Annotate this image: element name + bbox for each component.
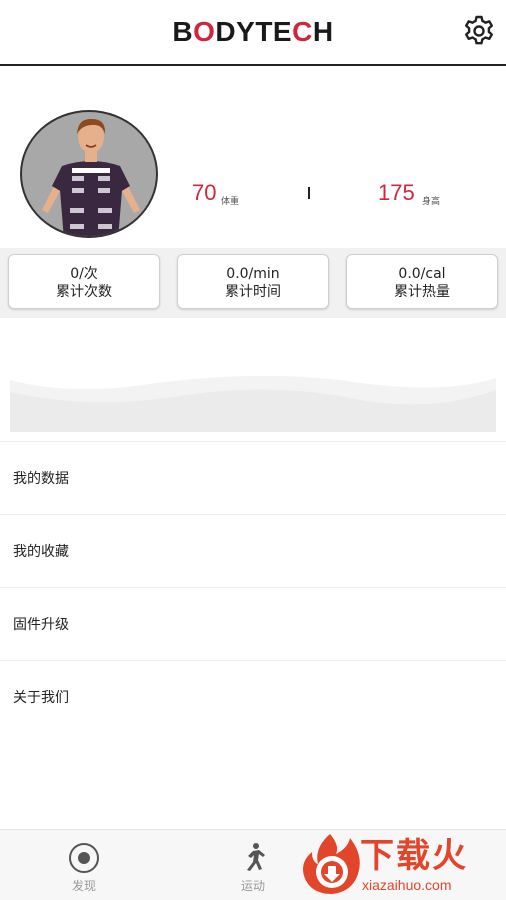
weight-value: 70 xyxy=(192,180,217,205)
gear-icon[interactable] xyxy=(462,14,496,48)
tab-sport[interactable]: 运动 xyxy=(193,830,313,900)
menu-item-favorites[interactable]: 我的收藏 xyxy=(0,514,506,587)
app-header: BODYTECH xyxy=(0,0,506,66)
brand-letter-h: H xyxy=(312,16,334,47)
target-icon xyxy=(69,843,99,873)
menu-item-my-data[interactable]: 我的数据 xyxy=(0,441,506,514)
runner-icon xyxy=(247,843,265,871)
watermark-logo: 下载火 xiazaihuo.com xyxy=(300,832,506,898)
menu-item-label: 关于我们 xyxy=(13,690,69,706)
stat-calories-value: 0.0/cal xyxy=(398,266,446,282)
menu-item-label: 固件升级 xyxy=(13,617,69,633)
wave-decoration xyxy=(10,375,496,432)
stat-time-value: 0.0/min xyxy=(226,266,280,282)
tab-discover-label: 发现 xyxy=(71,879,96,893)
stat-count-value: 0/次 xyxy=(70,266,98,282)
watermark-text-en: xiazaihuo.com xyxy=(362,877,452,893)
brand-letters-mid: DYTE xyxy=(215,16,293,47)
profile-section: 70 体重 175 身高 xyxy=(0,68,506,248)
tab-sport-label: 运动 xyxy=(240,879,265,893)
brand-letter-accent: C xyxy=(292,16,313,47)
watermark-text-cn: 下载火 xyxy=(360,836,468,876)
menu-item-about-us[interactable]: 关于我们 xyxy=(0,660,506,733)
brand-logo: BODYTECH xyxy=(0,14,506,50)
stat-calories-label: 累计热量 xyxy=(394,284,450,300)
stats-divider xyxy=(308,187,310,199)
tab-discover[interactable]: 发现 xyxy=(24,830,144,900)
menu-item-label: 我的数据 xyxy=(13,471,69,487)
height-value: 175 xyxy=(378,180,415,205)
menu-item-label: 我的收藏 xyxy=(13,544,69,560)
flame-icon xyxy=(303,834,360,894)
stat-card-time: 0.0/min 累计时间 xyxy=(177,254,329,309)
avatar[interactable] xyxy=(20,110,158,238)
brand-o-ring: O xyxy=(193,16,216,47)
stats-band: 0/次 累计次数 0.0/min 累计时间 0.0/cal 累计热量 xyxy=(0,248,506,318)
weight-unit: 体重 xyxy=(221,197,240,207)
brand-letter-b: B xyxy=(172,16,194,47)
stat-count-label: 累计次数 xyxy=(56,284,112,300)
stat-card-count: 0/次 累计次数 xyxy=(8,254,160,309)
stat-card-calories: 0.0/cal 累计热量 xyxy=(346,254,498,309)
stat-time-label: 累计时间 xyxy=(225,284,281,300)
height-unit: 身高 xyxy=(422,197,441,207)
menu-item-firmware-upgrade[interactable]: 固件升级 xyxy=(0,587,506,660)
